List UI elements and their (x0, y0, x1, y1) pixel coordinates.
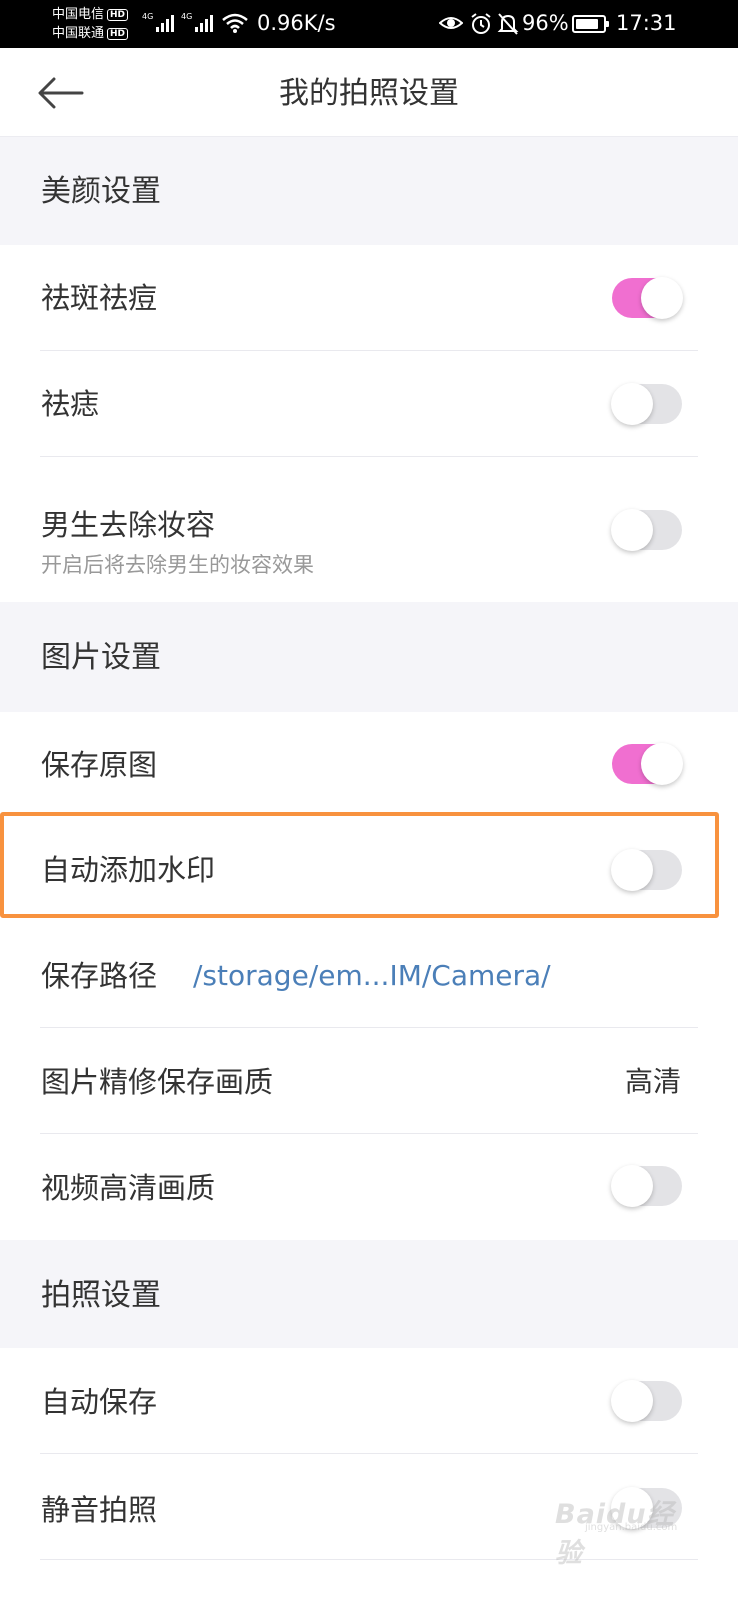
wifi-icon (222, 13, 248, 33)
male-makeup-toggle[interactable] (611, 509, 682, 551)
section-title: 拍照设置 (41, 1278, 161, 1313)
setting-row-auto-save[interactable]: 自动保存 (0, 1348, 738, 1454)
section-header-picture: 图片设置 (0, 602, 738, 712)
toggle-knob (641, 277, 683, 319)
alarm-icon (471, 13, 491, 34)
toggle-knob (611, 383, 653, 425)
setting-row-spot-removal[interactable]: 祛斑祛痘 (0, 245, 738, 351)
toggle-knob (611, 1165, 653, 1207)
watermark-url: jingyan.baidu.com (585, 1522, 678, 1533)
setting-row-male-makeup[interactable]: 男生去除妆容 开启后将去除男生的妆容效果 (0, 457, 738, 602)
net-type-label: 4G (181, 12, 192, 21)
carrier-1-name: 中国电信 (52, 7, 105, 22)
setting-label: 祛斑祛痘 (41, 281, 158, 315)
setting-row-mole-removal[interactable]: 祛痣 (0, 351, 738, 457)
setting-row-save-path[interactable]: 保存路径 /storage/em...IM/Camera/ (0, 922, 738, 1028)
toggle-knob (641, 743, 683, 785)
save-path-link[interactable]: /storage/em...IM/Camera/ (193, 956, 551, 996)
status-bar: 中国电信 HD 中国联通 HD 4G 4G 0.96K/s 96% 17:31 (0, 0, 738, 48)
toggle-knob (611, 1380, 653, 1422)
setting-row-retouch-quality[interactable]: 图片精修保存画质 高清 (0, 1028, 738, 1134)
setting-label: 保存原图 (41, 748, 158, 782)
watermark-toggle[interactable] (611, 849, 682, 891)
section-header-photo: 拍照设置 (0, 1240, 738, 1348)
setting-label: 图片精修保存画质 (41, 1065, 274, 1099)
setting-label: 自动保存 (41, 1385, 158, 1419)
hd-badge: HD (107, 8, 129, 21)
setting-label: 自动添加水印 (41, 853, 216, 887)
spot-removal-toggle[interactable] (612, 277, 683, 319)
setting-label: 祛痣 (41, 387, 100, 421)
setting-description: 开启后将去除男生的妆容效果 (41, 553, 314, 577)
eye-icon (439, 17, 463, 29)
battery-icon (572, 15, 609, 33)
setting-label: 静音拍照 (41, 1493, 158, 1527)
carrier-2-name: 中国联通 (52, 26, 105, 41)
net-speed: 0.96K/s (257, 11, 336, 35)
battery-percent: 96% (522, 11, 569, 35)
carrier-2: 中国联通 HD (52, 24, 142, 43)
setting-row-hd-video[interactable]: 视频高清画质 (0, 1134, 738, 1240)
signal-icon: 4G (181, 12, 213, 32)
setting-label: 视频高清画质 (41, 1171, 216, 1205)
toggle-knob (611, 509, 653, 551)
baidu-watermark: Baidu经验 jingyan.baidu.com (555, 1486, 690, 1569)
hd-video-toggle[interactable] (611, 1165, 682, 1207)
auto-save-toggle[interactable] (611, 1380, 682, 1422)
mole-removal-toggle[interactable] (611, 383, 682, 425)
carrier-info: 中国电信 HD 中国联通 HD (52, 5, 142, 43)
setting-label: 男生去除妆容 (41, 508, 216, 542)
setting-label: 保存路径 (41, 959, 158, 993)
clock: 17:31 (616, 11, 677, 35)
setting-row-save-original[interactable]: 保存原图 (0, 712, 738, 816)
section-title: 图片设置 (41, 640, 161, 675)
section-header-beauty: 美颜设置 (0, 137, 738, 245)
net-type-label: 4G (142, 12, 153, 21)
page-title: 我的拍照设置 (279, 76, 459, 111)
carrier-1: 中国电信 HD (52, 5, 142, 24)
section-title: 美颜设置 (41, 174, 161, 209)
signal-icon: 4G (142, 12, 174, 32)
save-original-toggle[interactable] (612, 743, 683, 785)
retouch-quality-value[interactable]: 高清 (625, 1062, 681, 1102)
app-header: 我的拍照设置 (0, 48, 738, 137)
toggle-knob (611, 849, 653, 891)
hd-badge: HD (107, 27, 129, 40)
setting-row-watermark[interactable]: 自动添加水印 (0, 816, 738, 922)
mute-bell-icon (497, 13, 519, 35)
